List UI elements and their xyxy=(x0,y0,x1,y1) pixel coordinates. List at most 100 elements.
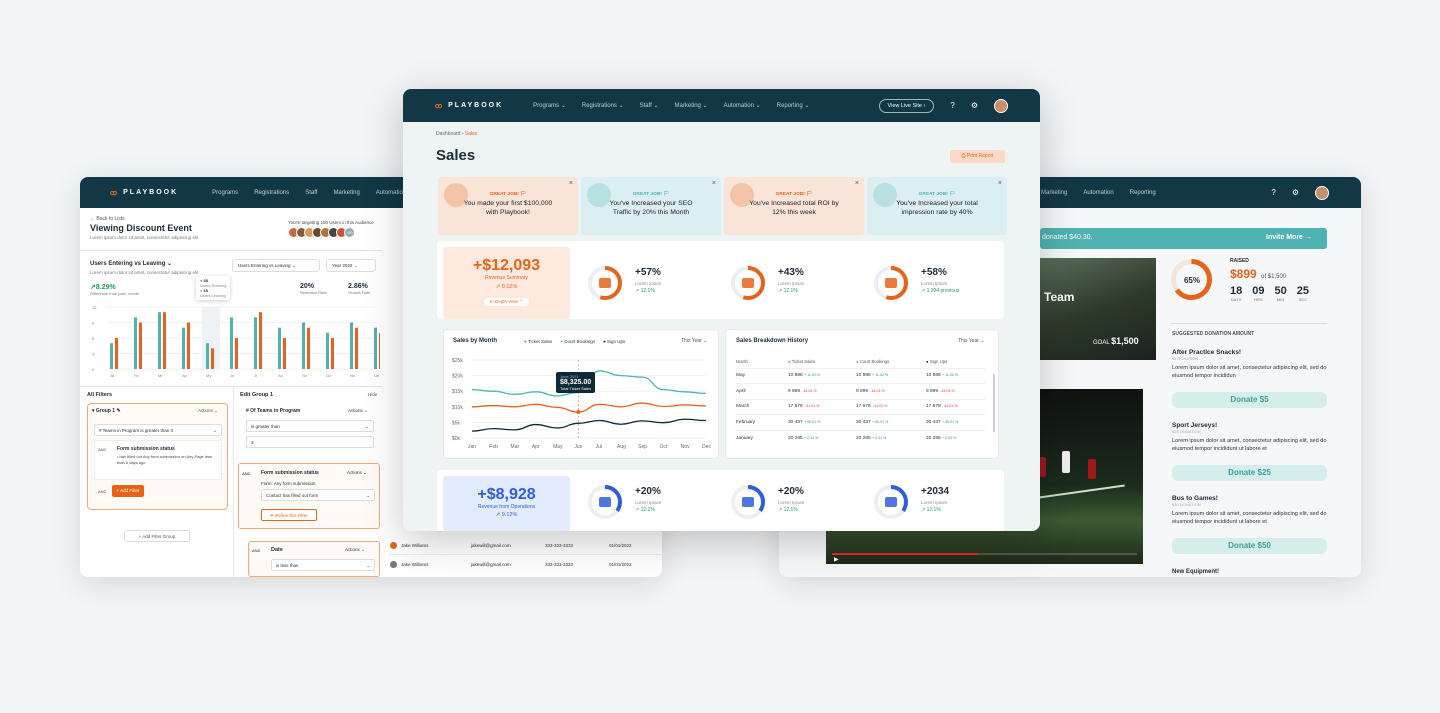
nav-marketing[interactable]: Marketing xyxy=(1041,190,1067,196)
operator-select[interactable]: is greater than ⌄ xyxy=(246,420,374,432)
table-row[interactable]: April 9 899 - 44.01 % 9 899 - 44.01 % 9 … xyxy=(736,383,986,400)
group-actions[interactable]: Actions ⌄ xyxy=(198,408,218,414)
nav-marketing[interactable]: Marketing xyxy=(333,190,359,196)
alert-card: GREAT JOB! 🏳 You made your first $100,000… xyxy=(438,177,578,235)
close-icon[interactable]: × xyxy=(712,180,716,187)
view-live-site-button[interactable]: View Live Site › xyxy=(878,98,935,113)
kpi-item: +58% Lorem Ipsum ↗ 1,204 previous xyxy=(871,263,1001,313)
video-progress[interactable] xyxy=(832,553,1137,555)
kpi-icon xyxy=(885,278,897,288)
countdown-unit: 09 HRS xyxy=(1252,285,1265,302)
form-condition-select[interactable]: Contact has filled out form ⌄ xyxy=(261,489,375,501)
nav-reporting[interactable]: Reporting ⌄ xyxy=(777,102,810,109)
nav-automation[interactable]: Automation xyxy=(1083,190,1113,196)
form-filter-card: AND Form submission status Actions ⌄ For… xyxy=(238,463,380,529)
breadcrumb-dashboard[interactable]: Dashboard xyxy=(436,131,460,137)
nav-reporting[interactable]: Reporting xyxy=(1130,190,1156,196)
coins-icon xyxy=(587,183,611,207)
table-row[interactable]: March 17 678 - 41.01 % 17 678 - 41.01 % … xyxy=(736,399,986,415)
period-select[interactable]: This Year ⌄ xyxy=(958,338,984,344)
close-icon[interactable]: × xyxy=(569,180,573,187)
and-label: AND xyxy=(98,489,107,494)
x-tick-label: Jn xyxy=(230,373,234,378)
metric-select[interactable]: Users Entering vs Leaving ⌄ xyxy=(232,259,320,272)
stat-growth: 2.86% Growth Rate xyxy=(348,283,371,295)
kpi-icon xyxy=(742,497,754,507)
play-icon[interactable]: ▶ xyxy=(834,556,839,563)
nav-staff[interactable]: Staff ⌄ xyxy=(640,102,659,109)
sales-dashboard-window: ꝏ PLAYBOOK Programs ⌄ Registrations ⌄ Sta… xyxy=(403,89,1040,531)
in-depth-view-button[interactable]: In Depth View ⌃ xyxy=(484,298,529,306)
stat-retention: 20% Retention Rate xyxy=(300,283,327,295)
bar-leaving xyxy=(211,348,214,369)
gear-icon[interactable]: ⚙ xyxy=(971,101,978,110)
back-link[interactable]: ← Back to Lists xyxy=(90,216,125,222)
donate-button[interactable]: Donate $25 xyxy=(1172,465,1327,481)
close-icon[interactable]: × xyxy=(855,180,859,187)
group-label[interactable]: ▾ Group 1 ✎ xyxy=(92,408,121,414)
bar-entering xyxy=(230,317,233,369)
donation-list: After Practice Snacks! $5 DONATION Lorem… xyxy=(1172,349,1327,568)
hide-link[interactable]: Hide xyxy=(368,392,377,397)
y-tick-label: $25k xyxy=(452,358,463,364)
table-row[interactable]: January 20 285 + 2.31 % 20 285 + 2.31 % … xyxy=(736,430,986,446)
help-icon[interactable]: ? xyxy=(1271,188,1275,197)
coins-icon xyxy=(444,183,468,207)
filter-condition[interactable]: AND Form submission status • has filled … xyxy=(94,440,222,480)
coins-icon xyxy=(730,183,754,207)
date-operator-select[interactable]: is less than ⌄ xyxy=(271,559,375,571)
nav-registrations[interactable]: Registrations xyxy=(254,190,289,196)
scrollbar[interactable] xyxy=(993,374,995,432)
print-report-button[interactable]: ⎙ Print Report xyxy=(950,150,1005,163)
bar-leaving xyxy=(139,322,142,369)
divider xyxy=(80,250,382,251)
donate-button[interactable]: Donate $5 xyxy=(1172,392,1327,408)
nav-programs[interactable]: Programs ⌄ xyxy=(533,102,566,109)
table-row[interactable]: May 10 988 + 11.02 % 10 988 + 11.02 % 10… xyxy=(736,368,986,384)
avatar[interactable] xyxy=(994,98,1008,113)
chart-title[interactable]: Users Entering vs Leaving ⌄ xyxy=(90,260,172,267)
refine-filter-button[interactable]: ⏷ Refine this Filter xyxy=(261,509,317,521)
nav-registrations[interactable]: Registrations ⌄ xyxy=(582,102,624,109)
avatar-more[interactable]: +50 xyxy=(344,227,355,238)
nav-automation[interactable]: Automation ⌄ xyxy=(724,102,761,109)
brand-logo[interactable]: ꝏ PLAYBOOK xyxy=(435,102,503,110)
chevron-down-icon: ⌄ xyxy=(167,261,173,267)
and-label: AND xyxy=(98,447,107,452)
x-tick-label: Apr xyxy=(532,444,540,450)
bar-leaving xyxy=(187,322,190,369)
nav-staff[interactable]: Staff xyxy=(305,190,317,196)
period-select[interactable]: This Year ⌄ xyxy=(681,338,707,344)
table-row[interactable]: Jake Williams jakewill@gmail.com 333-333… xyxy=(390,537,662,555)
nav-programs[interactable]: Programs xyxy=(212,190,238,196)
year-select[interactable]: Year 2022 ⌄ xyxy=(326,259,376,272)
nav-automation[interactable]: Automation xyxy=(376,190,406,196)
actions-menu[interactable]: Actions ⌄ xyxy=(347,470,367,476)
y-tick-label: 6 xyxy=(92,336,95,341)
team-image: Team GOAL $1,500 xyxy=(1040,258,1156,360)
x-tick-label: Jul xyxy=(596,444,602,450)
table-row[interactable]: February 30 437 + 50.01 % 30 437 + 50.01… xyxy=(736,414,986,431)
add-filter-group-button[interactable]: + Add Filter Group xyxy=(124,530,190,542)
legend-ticket-sales: ● Ticket Sales xyxy=(524,339,553,344)
value-input[interactable]: 3 xyxy=(246,436,374,448)
operations-panel: +$8,928 Revenue from Operations ↗ 9.12% … xyxy=(437,470,1004,531)
gear-icon[interactable]: ⚙ xyxy=(1292,188,1299,197)
and-label: AND xyxy=(252,548,261,553)
bar-entering xyxy=(110,343,113,369)
donate-button[interactable]: Donate $50 xyxy=(1172,538,1327,554)
filter-chip[interactable]: # Teams in Program is greater than 3 ⌄ xyxy=(94,424,222,436)
table-row[interactable]: Jake Williams jakewill@gmail.com 333-333… xyxy=(390,555,662,573)
help-icon[interactable]: ? xyxy=(950,101,954,110)
add-filter-button[interactable]: + Add Filter xyxy=(112,485,144,497)
actions-menu[interactable]: Actions ⌄ xyxy=(345,547,365,553)
x-tick-label: Ap xyxy=(182,373,188,378)
brand-logo[interactable]: ꝏ PLAYBOOK xyxy=(110,189,178,197)
close-icon[interactable]: × xyxy=(998,180,1002,187)
invite-more-button[interactable]: Invite More → xyxy=(1266,234,1312,241)
avatar[interactable] xyxy=(1315,185,1329,200)
nav-marketing[interactable]: Marketing ⌄ xyxy=(675,102,708,109)
donation-item: After Practice Snacks! $5 DONATION Lorem… xyxy=(1172,349,1327,422)
edit-icon[interactable]: ✎ xyxy=(116,408,120,414)
actions-menu[interactable]: Actions ⌄ xyxy=(348,408,368,414)
